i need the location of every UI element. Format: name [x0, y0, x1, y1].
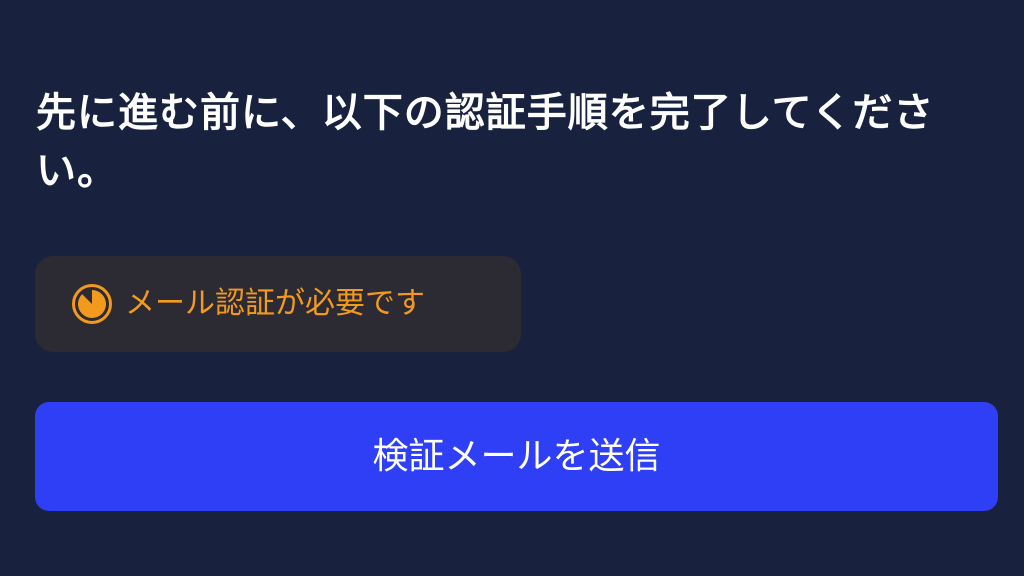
email-verification-status-badge: メール認証が必要です — [35, 256, 521, 352]
status-badge-text: メール認証が必要です — [125, 286, 425, 321]
clock-icon — [71, 283, 113, 325]
send-verification-email-button[interactable]: 検証メールを送信 — [35, 402, 998, 511]
verification-instructions: 先に進む前に、以下の認証手順を完了してください。 — [36, 90, 935, 194]
verification-screen: 先に進む前に、以下の認証手順を完了してください。 メール認証が必要です 検証メー… — [0, 0, 1024, 576]
